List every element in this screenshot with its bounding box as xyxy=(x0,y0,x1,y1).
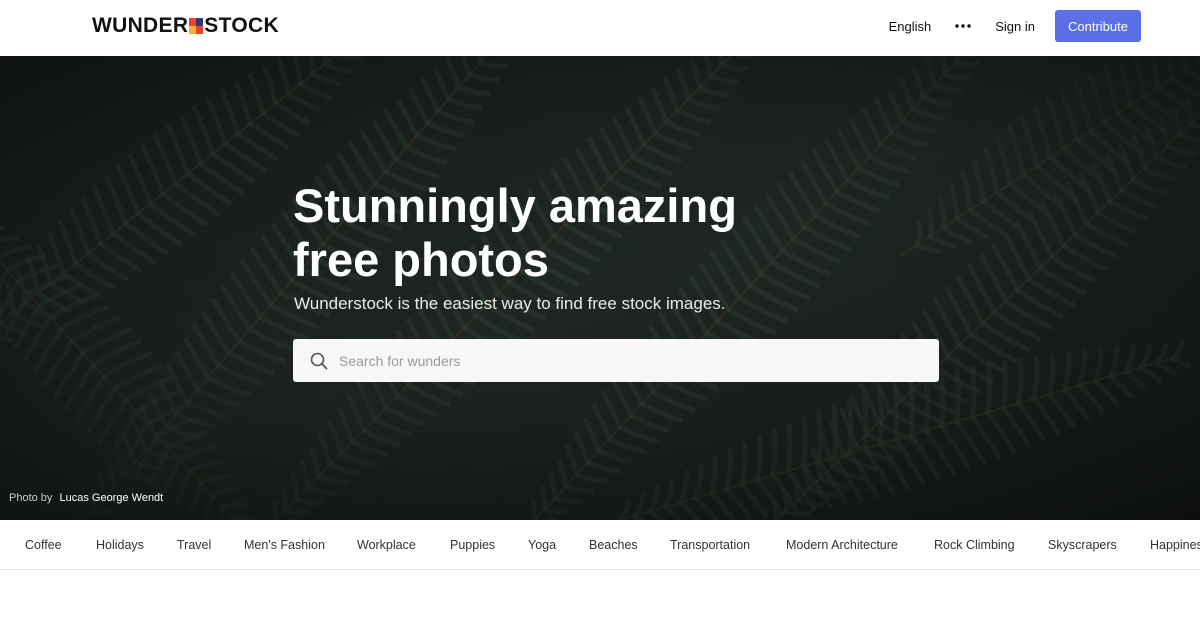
search-input[interactable] xyxy=(339,339,919,382)
category-bar: Coffee Holidays Travel Men's Fashion Wor… xyxy=(0,520,1200,570)
page: WUNDER STOCK English Sign in Contribute xyxy=(0,0,1200,627)
logo-text-right: STOCK xyxy=(204,14,279,37)
more-dots-icon[interactable] xyxy=(955,18,971,34)
photo-credit: Photo by Lucas George Wendt xyxy=(9,492,163,504)
category-item[interactable]: Workplace xyxy=(357,538,416,552)
category-item[interactable]: Holidays xyxy=(96,538,144,552)
hero-title-line-2: free photos xyxy=(293,233,549,286)
category-item[interactable]: Yoga xyxy=(528,538,556,552)
hero-background-image xyxy=(0,56,1200,520)
hero-subtitle: Wunderstock is the easiest way to find f… xyxy=(294,294,726,313)
hero-title-line-1: Stunningly amazing xyxy=(293,179,737,232)
logo[interactable]: WUNDER STOCK xyxy=(92,14,279,38)
category-item[interactable]: Rock Climbing xyxy=(934,538,1015,552)
sign-in-link[interactable]: Sign in xyxy=(995,19,1035,34)
category-item[interactable]: Transportation xyxy=(670,538,750,552)
language-selector[interactable]: English xyxy=(889,19,932,34)
category-item[interactable]: Travel xyxy=(177,538,211,552)
search-icon[interactable] xyxy=(310,352,328,370)
top-header: WUNDER STOCK English Sign in Contribute xyxy=(0,0,1200,56)
category-item[interactable]: Modern Architecture xyxy=(786,538,898,552)
hero-title: Stunningly amazing free photos xyxy=(293,179,813,287)
category-item[interactable]: Puppies xyxy=(450,538,495,552)
logo-text-left: WUNDER xyxy=(92,14,189,37)
search-bar xyxy=(293,339,939,382)
photo-credit-prefix: Photo by xyxy=(9,492,53,504)
photo-credit-author[interactable]: Lucas George Wendt xyxy=(59,492,163,504)
category-item[interactable]: Happines xyxy=(1150,538,1200,552)
contribute-button[interactable]: Contribute xyxy=(1055,10,1141,42)
category-item[interactable]: Men's Fashion xyxy=(244,538,325,552)
hero-section: Stunningly amazing free photos Wundersto… xyxy=(0,56,1200,520)
category-item[interactable]: Coffee xyxy=(25,538,62,552)
header-nav: English Sign in Contribute xyxy=(889,10,1141,42)
category-item[interactable]: Skyscrapers xyxy=(1048,538,1117,552)
category-item[interactable]: Beaches xyxy=(589,538,638,552)
logo-mark-icon xyxy=(189,18,204,34)
